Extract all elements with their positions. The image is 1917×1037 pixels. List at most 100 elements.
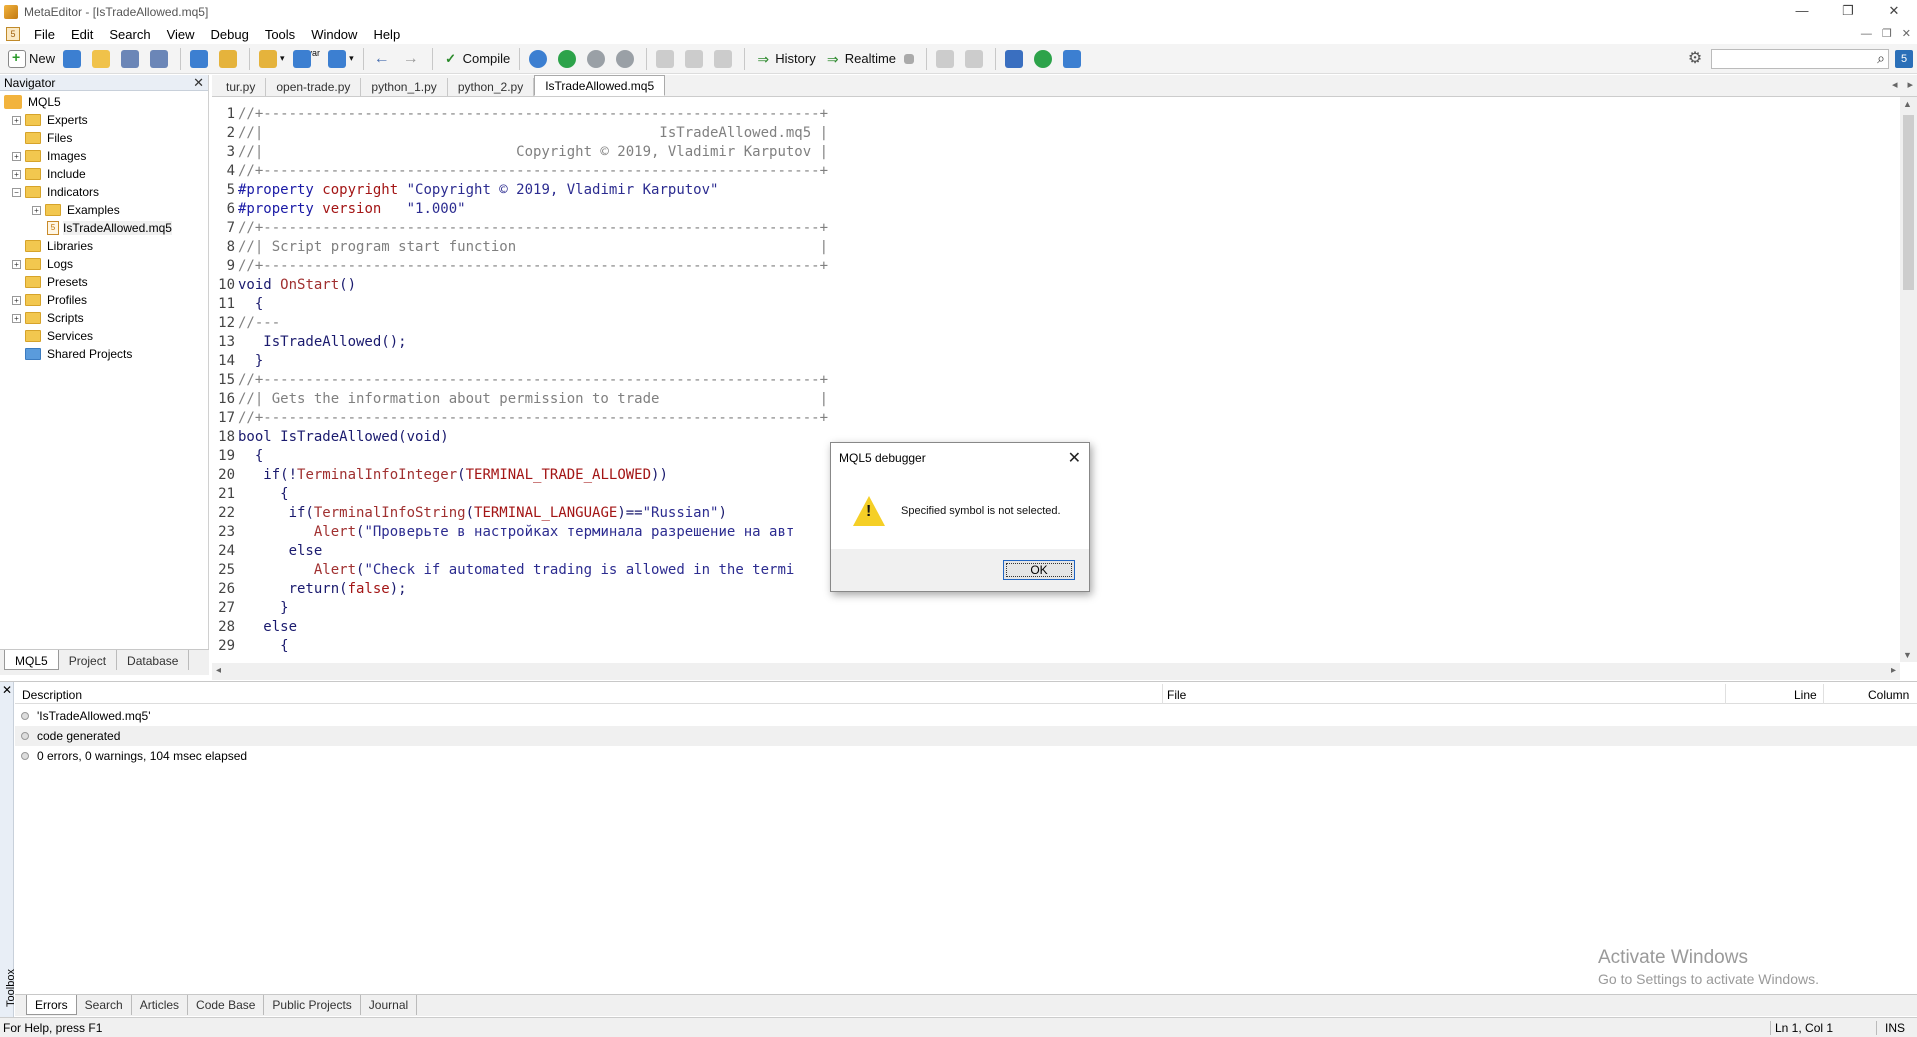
styler-button[interactable]: ▾	[255, 46, 289, 72]
realtime-button[interactable]: ⇒ Realtime	[820, 46, 900, 72]
toolbox-tab[interactable]: Errors	[26, 995, 77, 1015]
navigator-tab[interactable]: Database	[117, 650, 190, 670]
navigator-tab[interactable]: MQL5	[4, 650, 59, 670]
scroll-right-icon[interactable]: ▸	[1891, 665, 1896, 676]
tree-item[interactable]: Files	[0, 129, 208, 147]
tab-next-icon[interactable]: ▸	[1907, 78, 1913, 91]
minimize-button[interactable]: —	[1779, 0, 1825, 24]
file-tab[interactable]: python_2.py	[448, 78, 535, 96]
column-divider[interactable]	[1162, 684, 1163, 704]
toolbox-tab[interactable]: Journal	[361, 995, 418, 1015]
back-button[interactable]: ←	[369, 46, 398, 72]
toolbox-close-icon[interactable]: ✕	[2, 683, 12, 697]
tree-item[interactable]: Libraries	[0, 237, 208, 255]
toolbox-tab[interactable]: Code Base	[188, 995, 265, 1015]
tree-item[interactable]: + Experts	[0, 111, 208, 129]
menu-search[interactable]: Search	[103, 27, 160, 42]
toolbox-tab[interactable]: Search	[77, 995, 132, 1015]
step-into-button[interactable]	[652, 46, 681, 72]
menu-debug[interactable]: Debug	[205, 27, 259, 42]
pause-debug-button[interactable]	[583, 46, 612, 72]
search-input[interactable]	[1711, 49, 1889, 69]
search-icon[interactable]: ⌕	[1873, 50, 1889, 66]
navigator-toggle-button[interactable]	[186, 46, 215, 72]
scroll-down-icon[interactable]: ▼	[1903, 650, 1912, 660]
tree-item[interactable]: + Examples	[0, 201, 208, 219]
tab-prev-icon[interactable]: ◂	[1892, 78, 1898, 91]
file-tab[interactable]: IsTradeAllowed.mq5	[534, 75, 666, 96]
menu-view[interactable]: View	[161, 27, 205, 42]
gear-icon[interactable]: ⚙	[1685, 49, 1705, 69]
tree-item[interactable]: + Scripts	[0, 309, 208, 327]
horizontal-scrollbar[interactable]: ◂ ▸	[212, 663, 1900, 680]
menu-tools[interactable]: Tools	[259, 27, 305, 42]
stop-debug-button[interactable]	[612, 46, 641, 72]
tree-item[interactable]: Presets	[0, 273, 208, 291]
inspect-button[interactable]	[961, 46, 990, 72]
terminal-button[interactable]	[1059, 46, 1088, 72]
toolbox-tab[interactable]: Articles	[132, 995, 189, 1015]
save-all-button[interactable]	[146, 46, 175, 72]
tree-item[interactable]: 5 IsTradeAllowed.mq5	[0, 219, 208, 237]
tree-item[interactable]: Services	[0, 327, 208, 345]
edit-button[interactable]	[1001, 46, 1030, 72]
tree-root[interactable]: MQL5	[0, 93, 208, 111]
expand-icon[interactable]: +	[12, 169, 21, 179]
compile-button[interactable]: ✓ Compile	[438, 46, 515, 72]
new-project-button[interactable]	[59, 46, 88, 72]
file-tab[interactable]: open-trade.py	[266, 78, 362, 96]
menu-edit[interactable]: Edit	[65, 27, 103, 42]
scroll-left-icon[interactable]: ◂	[216, 665, 221, 676]
column-file[interactable]: File	[1167, 688, 1186, 702]
close-window-button[interactable]: ✕	[1871, 0, 1917, 24]
expand-icon[interactable]: +	[12, 313, 21, 323]
collapse-icon[interactable]: −	[12, 187, 21, 197]
document-icon[interactable]: 5	[6, 27, 20, 41]
toolbox-toggle-button[interactable]	[215, 46, 244, 72]
parameter-info-button[interactable]: ▾	[324, 46, 358, 72]
refresh-button[interactable]	[1030, 46, 1059, 72]
tree-item[interactable]: + Include	[0, 165, 208, 183]
list-names-button[interactable]: var	[289, 46, 325, 72]
scroll-thumb[interactable]	[1903, 115, 1914, 290]
tree-item[interactable]: + Profiles	[0, 291, 208, 309]
file-tab[interactable]: tur.py	[216, 78, 267, 96]
tree-item[interactable]: − Indicators	[0, 183, 208, 201]
column-divider[interactable]	[1725, 684, 1726, 704]
expand-icon[interactable]: +	[12, 151, 21, 161]
doc-close-button[interactable]: ✕	[1902, 24, 1911, 44]
copy-button[interactable]	[932, 46, 961, 72]
tree-item[interactable]: + Images	[0, 147, 208, 165]
doc-minimize-button[interactable]: —	[1861, 24, 1872, 44]
navigator-close-icon[interactable]: ✕	[193, 75, 204, 91]
result-row[interactable]: code generated	[15, 726, 1917, 746]
new-button[interactable]: New	[4, 46, 59, 72]
doc-restore-button[interactable]: ❐	[1882, 24, 1892, 44]
result-row[interactable]: 'IsTradeAllowed.mq5'	[15, 706, 1917, 726]
restore-button[interactable]: ❐	[1825, 0, 1871, 24]
history-button[interactable]: ⇒ History	[750, 46, 819, 72]
community-icon[interactable]: 5	[1895, 50, 1913, 68]
menu-window[interactable]: Window	[305, 27, 367, 42]
start-debug-button[interactable]	[554, 46, 583, 72]
forward-button[interactable]: →	[398, 46, 427, 72]
open-button[interactable]	[88, 46, 117, 72]
step-over-button[interactable]	[681, 46, 710, 72]
result-row[interactable]: 0 errors, 0 warnings, 104 msec elapsed	[15, 746, 1917, 766]
expand-icon[interactable]: +	[12, 295, 21, 305]
menu-file[interactable]: File	[28, 27, 65, 42]
column-column[interactable]: Column	[1868, 688, 1909, 702]
step-out-button[interactable]	[710, 46, 739, 72]
debug-real-button[interactable]	[525, 46, 554, 72]
menu-help[interactable]: Help	[367, 27, 410, 42]
tree-item[interactable]: Shared Projects	[0, 345, 208, 363]
expand-icon[interactable]: +	[12, 259, 21, 269]
toolbox-tab[interactable]: Public Projects	[264, 995, 361, 1015]
column-description[interactable]: Description	[22, 688, 82, 702]
dialog-close-icon[interactable]: ✕	[1068, 448, 1081, 468]
navigator-tab[interactable]: Project	[59, 650, 118, 670]
file-tab[interactable]: python_1.py	[361, 78, 448, 96]
expand-icon[interactable]: +	[32, 205, 41, 215]
vertical-scrollbar[interactable]: ▲ ▼	[1900, 97, 1917, 662]
column-divider[interactable]	[1823, 684, 1824, 704]
